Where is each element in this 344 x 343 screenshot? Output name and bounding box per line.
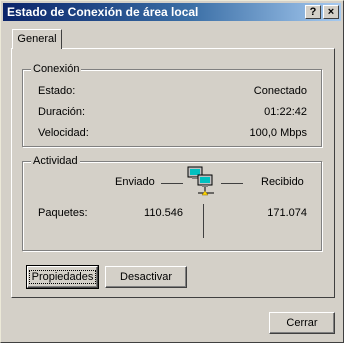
speed-value: 100,0 Mbps	[249, 127, 307, 139]
network-computers-icon	[186, 166, 220, 198]
packets-received-value: 171.074	[267, 207, 307, 219]
divider-line	[203, 204, 204, 238]
activity-legend: Actividad	[31, 155, 80, 167]
connection-legend: Conexión	[31, 63, 82, 75]
duration-label: Duración:	[38, 106, 86, 118]
tab-general[interactable]: General	[12, 29, 62, 49]
tab-panel-general: Conexión Estado: Conectado Duración: 01:…	[11, 48, 335, 298]
help-button[interactable]: ?	[305, 5, 321, 19]
properties-button[interactable]: Propiedades	[26, 265, 99, 289]
packets-label: Paquetes:	[38, 207, 88, 219]
disable-button[interactable]: Desactivar	[105, 266, 187, 288]
received-label: Recibido	[261, 176, 304, 188]
close-button[interactable]: Cerrar	[269, 312, 335, 334]
packets-sent-value: 110.546	[144, 207, 183, 219]
properties-button-label: Propiedades	[28, 270, 97, 284]
speed-label: Velocidad:	[38, 127, 89, 139]
sent-line	[161, 183, 183, 184]
status-label: Estado:	[38, 85, 76, 97]
connection-group: Conexión Estado: Conectado Duración: 01:…	[22, 63, 322, 147]
duration-value: 01:22:42	[264, 106, 307, 118]
status-value: Conectado	[253, 85, 307, 97]
window-title: Estado de Conexión de área local	[7, 5, 199, 19]
sent-label: Enviado	[115, 176, 155, 188]
title-bar[interactable]: Estado de Conexión de área local ? ×	[3, 3, 341, 21]
close-window-button[interactable]: ×	[323, 5, 339, 19]
activity-group: Actividad Enviado Recibido Paquetes: 110…	[22, 155, 322, 251]
dialog-window: Estado de Conexión de área local ? × Gen…	[0, 0, 344, 343]
received-line	[221, 183, 243, 184]
